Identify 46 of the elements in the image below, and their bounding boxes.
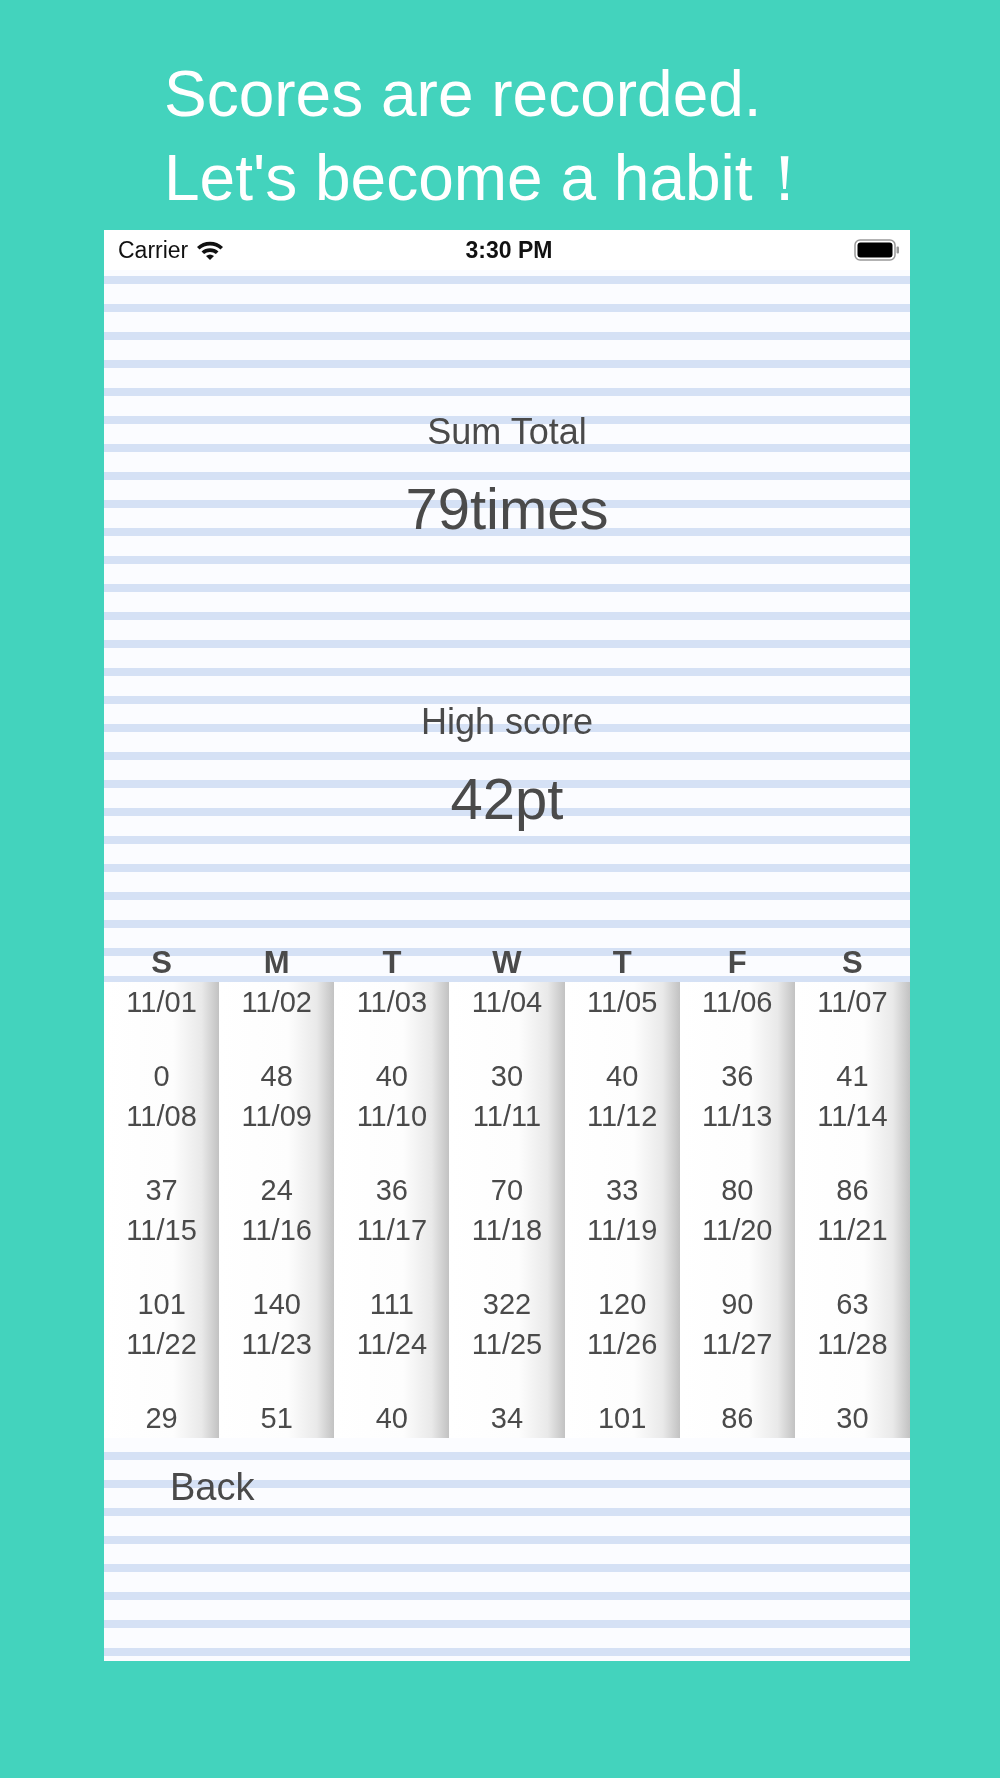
day-cell[interactable]: 11/09 24 <box>219 1096 335 1210</box>
day-cell[interactable]: 11/14 86 <box>794 1096 910 1210</box>
day-cell[interactable]: 11/28 30 <box>794 1324 910 1438</box>
weekday-label: M <box>262 946 291 980</box>
day-cell[interactable]: 11/22 29 <box>104 1324 220 1438</box>
weekday-label: S <box>150 946 173 980</box>
day-cell[interactable]: 11/07 41 <box>794 982 910 1096</box>
headline-text: Scores are recorded. <box>164 57 763 132</box>
day-cell[interactable]: 11/15 101 <box>104 1210 220 1324</box>
weekday-label: F <box>726 946 748 980</box>
day-cell[interactable]: 11/25 34 <box>449 1324 565 1438</box>
day-cell[interactable]: 11/23 51 <box>219 1324 335 1438</box>
stat-value: 79times <box>405 475 609 543</box>
day-cell[interactable]: 11/27 86 <box>679 1324 795 1438</box>
headline-text: Let's become a habit！ <box>164 141 818 216</box>
day-cell[interactable]: 11/17 111 <box>334 1210 450 1324</box>
weekday-label: T <box>381 946 403 980</box>
wifi-icon <box>196 239 225 261</box>
day-cell[interactable]: 11/08 37 <box>104 1096 220 1210</box>
carrier-label: Carrier <box>118 236 189 264</box>
day-cell[interactable]: 11/21 63 <box>794 1210 910 1324</box>
day-cell[interactable]: 11/20 90 <box>679 1210 795 1324</box>
day-cell[interactable]: 11/26 101 <box>564 1324 680 1438</box>
day-cell[interactable]: 11/02 48 <box>219 982 335 1096</box>
day-cell[interactable]: 11/19 120 <box>564 1210 680 1324</box>
day-cell[interactable]: 11/05 40 <box>564 982 680 1096</box>
battery-icon <box>854 239 900 261</box>
day-cell[interactable]: 11/06 36 <box>679 982 795 1096</box>
weekday-label: T <box>611 946 633 980</box>
stat-label: High score <box>420 700 594 744</box>
day-cell[interactable]: 11/03 40 <box>334 982 450 1096</box>
day-cell[interactable]: 11/16 140 <box>219 1210 335 1324</box>
day-cell[interactable]: 11/11 70 <box>449 1096 565 1210</box>
day-cell[interactable]: 11/24 40 <box>334 1324 450 1438</box>
day-cell[interactable]: 11/01 0 <box>104 982 220 1096</box>
day-cell[interactable]: 11/04 30 <box>449 982 565 1096</box>
back-button[interactable]: Back <box>160 1462 265 1513</box>
weekday-label: W <box>491 946 523 980</box>
stat-value: 42pt <box>450 765 564 833</box>
status-time: 3:30 PM <box>465 236 553 264</box>
day-cell[interactable]: 11/10 36 <box>334 1096 450 1210</box>
day-cell[interactable]: 11/18 322 <box>449 1210 565 1324</box>
day-cell[interactable]: 11/12 33 <box>564 1096 680 1210</box>
stat-label: Sum Total <box>427 410 587 454</box>
weekday-label: S <box>841 946 864 980</box>
day-cell[interactable]: 11/13 80 <box>679 1096 795 1210</box>
